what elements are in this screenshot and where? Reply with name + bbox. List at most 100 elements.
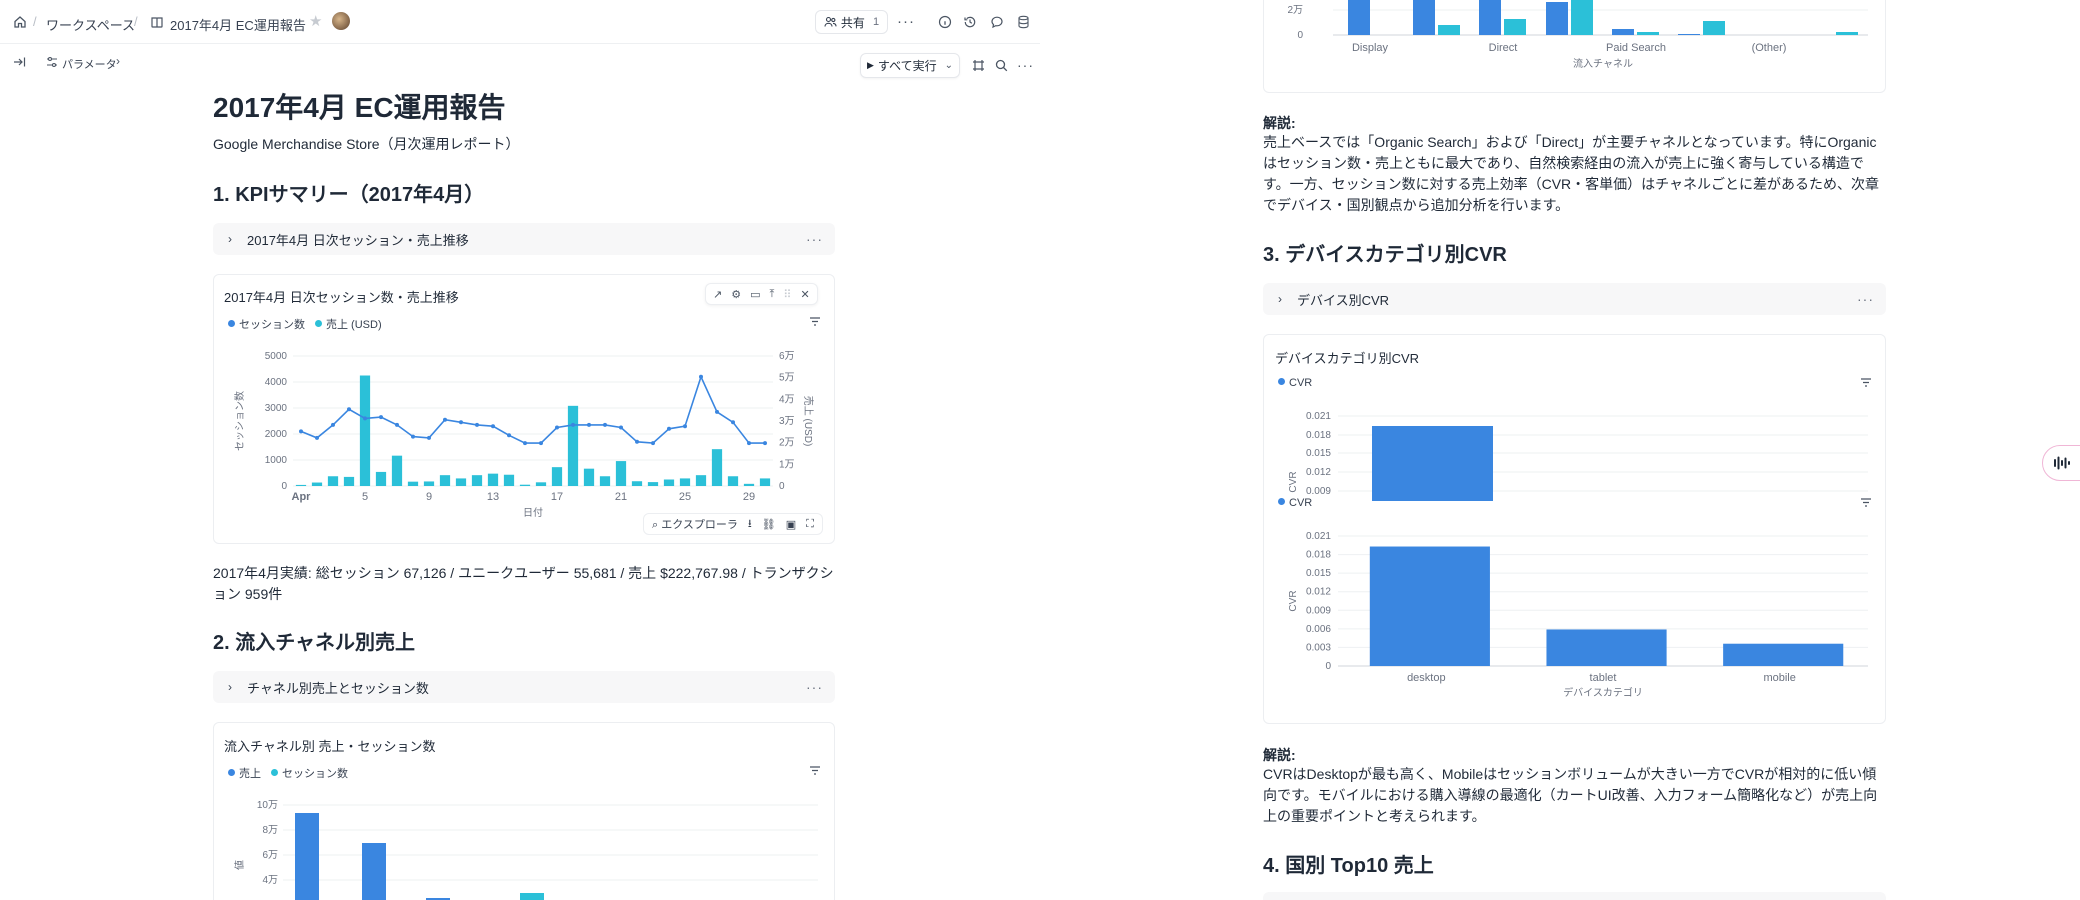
more-icon[interactable]: ··· — [1857, 291, 1874, 307]
bar-sales — [679, 478, 691, 486]
more-icon[interactable]: ··· — [897, 14, 915, 29]
more-icon[interactable]: ··· — [1017, 58, 1034, 72]
point-session — [619, 425, 623, 430]
y-tick-label: 0.012 — [1306, 467, 1331, 478]
frame-icon[interactable] — [972, 59, 985, 72]
cell-header-channel[interactable]: › チャネル別売上とセッション数 ··· — [213, 671, 835, 703]
bar-desktop-preview — [1372, 426, 1493, 501]
bar-sales — [362, 843, 386, 900]
params-button[interactable]: パラメータ — [62, 56, 117, 72]
y-tick-label: 2000 — [265, 429, 288, 440]
y2-tick-label: 4万 — [779, 394, 795, 405]
more-icon[interactable]: ··· — [806, 679, 823, 695]
share-count: 1 — [872, 16, 880, 28]
filter-icon[interactable] — [1860, 497, 1872, 508]
legend-item-cvr[interactable]: CVR — [1278, 497, 1312, 509]
explorer-button[interactable]: ⌕ エクスプローラ — [652, 516, 738, 532]
share-button[interactable]: 共有 1 — [815, 10, 888, 34]
x-axis-label: 日付 — [523, 506, 543, 519]
image-icon[interactable]: ▣ — [786, 518, 796, 531]
filter-icon[interactable] — [809, 316, 821, 327]
info-icon[interactable] — [938, 15, 952, 29]
cell-header-daily[interactable]: › 2017年4月 日次セッション・売上推移 ··· — [213, 223, 835, 255]
point-session — [427, 435, 431, 440]
cell-header-country[interactable] — [1263, 892, 1886, 900]
assistant-widget[interactable] — [2042, 445, 2080, 481]
filter-icon[interactable] — [1860, 377, 1872, 388]
y-tick-label: 4000 — [265, 377, 288, 388]
chevron-right-icon: › — [116, 54, 120, 68]
chevron-right-icon[interactable]: › — [213, 232, 247, 246]
section-heading-kpi: 1. KPIサマリー（2017年4月） — [213, 184, 485, 206]
point-session — [715, 409, 719, 414]
section-heading-device: 3. デバイスカテゴリ別CVR — [1263, 244, 1507, 266]
run-all-button[interactable]: ▶ すべて実行 ⌄ — [860, 53, 960, 78]
legend-item-sessions[interactable]: セッション数 — [228, 316, 305, 332]
chevron-right-icon[interactable]: › — [1263, 292, 1297, 306]
star-icon[interactable]: ★ — [309, 14, 322, 29]
legend-item-cvr[interactable]: CVR — [1278, 377, 1312, 389]
pin-top-icon[interactable]: ⤒ — [770, 288, 775, 301]
point-session — [699, 374, 703, 379]
bar-sales — [487, 473, 499, 486]
daily-chart: 0 1000 2000 3000 4000 5000 0 1万 2万 3万 4万 5万 6万 Apr 5 9 1… — [233, 351, 815, 519]
point-session — [667, 426, 671, 431]
legend-item-sessions[interactable]: セッション数 — [271, 765, 348, 781]
bar-sales — [631, 481, 643, 486]
y-tick-label: 6万 — [262, 850, 278, 861]
x-tick-label: 13 — [487, 491, 499, 503]
x-tick-label: 17 — [551, 491, 563, 503]
y-tick-label: 0 — [1325, 661, 1331, 672]
download-icon[interactable]: ⭳ — [748, 515, 752, 534]
expand-sidebar-icon[interactable] — [13, 56, 26, 68]
bar-sales — [551, 467, 563, 486]
bar-sales — [343, 476, 355, 486]
y-tick-label: 0.015 — [1306, 568, 1331, 579]
y-tick-label: 0.006 — [1306, 624, 1331, 635]
filter-icon[interactable] — [809, 765, 821, 776]
bar-sales — [295, 484, 307, 486]
point-session — [651, 441, 655, 446]
page-title: 2017年4月 EC運用報告 — [213, 92, 506, 123]
search-icon[interactable] — [995, 59, 1008, 72]
x-tick-label: Paid Search — [1606, 42, 1666, 54]
link-icon[interactable]: ⛓ — [762, 518, 776, 531]
legend-item-sales[interactable]: 売上 — [228, 765, 261, 781]
point-session — [571, 422, 575, 427]
y-tick-label: 0.012 — [1306, 587, 1331, 598]
x-tick-label: (Other) — [1752, 42, 1787, 54]
gear-icon[interactable]: ⚙ — [731, 288, 741, 301]
y2-tick-label: 1万 — [779, 459, 795, 470]
bar-sales — [375, 471, 387, 486]
bar-sales — [743, 483, 755, 486]
bar-desktop — [1369, 546, 1490, 666]
legend-item-sales[interactable]: 売上 (USD) — [315, 316, 382, 332]
y-tick-label: 4万 — [262, 875, 278, 886]
home-icon[interactable] — [13, 15, 27, 29]
open-external-icon[interactable]: ↗ — [713, 288, 722, 301]
y2-tick-label: 0 — [779, 481, 785, 492]
fullscreen-icon[interactable]: ⛶ — [806, 518, 814, 531]
avatar[interactable] — [332, 12, 350, 30]
breadcrumb-notebook[interactable]: 2017年4月 EC運用報告 — [170, 15, 306, 34]
bar-sales — [663, 479, 675, 486]
history-icon[interactable] — [963, 15, 977, 29]
comment-icon[interactable] — [990, 15, 1004, 29]
cell-header-device[interactable]: › デバイス別CVR ··· — [1263, 283, 1886, 315]
database-icon[interactable] — [1017, 15, 1030, 29]
point-session — [747, 441, 751, 446]
drag-handle-icon[interactable]: ⠿ — [783, 288, 791, 301]
daily-chart-legend: セッション数 売上 (USD) — [228, 316, 382, 332]
chart-title: 2017年4月 日次セッション数・売上推移 — [224, 290, 459, 305]
chart-title: デバイスカテゴリ別CVR — [1275, 351, 1420, 366]
breadcrumb-workspace[interactable]: ワークスペース — [46, 15, 135, 34]
section-heading-country: 4. 国別 Top10 売上 — [1263, 855, 1434, 877]
point-session — [315, 435, 319, 440]
layout-icon[interactable]: ▭ — [750, 288, 760, 301]
bar-sales — [327, 476, 339, 486]
more-icon[interactable]: ··· — [806, 231, 823, 247]
bar-sales — [1678, 34, 1700, 35]
chevron-right-icon[interactable]: › — [213, 680, 247, 694]
y-tick-label: 0.015 — [1306, 448, 1331, 459]
close-icon[interactable]: ✕ — [800, 288, 809, 301]
